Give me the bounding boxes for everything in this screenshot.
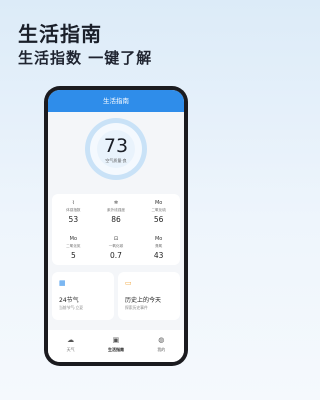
metric-value: 86 <box>111 215 121 224</box>
metric-value: 5 <box>70 250 76 260</box>
nav-label: 我的 <box>157 347 166 352</box>
metric-label: 臭氧 <box>155 243 163 248</box>
metric-label: 二氧化氮 <box>66 243 81 248</box>
metric-value: 56 <box>153 215 164 224</box>
calendar-icon: ▦ <box>59 279 66 287</box>
weather-icon: ☁ <box>67 336 75 344</box>
metric-value: 0.7 <box>110 250 122 260</box>
pm25-icon: Mo <box>154 200 163 206</box>
tile-subtitle: 当前节气:立夏 <box>59 305 84 310</box>
metric-card[interactable]: ✲ 紫外线强度 86 <box>95 194 138 230</box>
metric-label: 二氧化硫 <box>151 208 166 212</box>
pm25-icon: Mo <box>69 235 78 242</box>
tile-subtitle: 探索历史事件 <box>125 305 148 310</box>
app-header: 生活指南 <box>48 90 184 112</box>
metric-label: 体感指数 <box>66 208 81 212</box>
o3-icon: Mo <box>154 235 163 242</box>
metrics-grid: ⌇ 体感指数 53 ✲ 紫外线强度 86 Mo 二氧化硫 56 Mo 二氧化氮 … <box>52 194 180 265</box>
metric-card[interactable]: Mo 二氧化氮 5 <box>52 230 95 266</box>
metric-card[interactable]: Mo 臭氧 43 <box>137 230 180 266</box>
metric-card[interactable]: Mo 二氧化硫 56 <box>137 194 180 230</box>
guide-icon: ▣ <box>112 336 120 344</box>
tile-title: 24节气 <box>59 297 79 304</box>
aqi-label: 空气质量·良 <box>105 158 127 163</box>
solar-terms-tile[interactable]: ▦ 24节气 当前节气:立夏 <box>52 272 114 320</box>
wind-icon: ✲ <box>113 200 119 206</box>
metric-value: 43 <box>153 250 164 260</box>
tile-title: 历史上的今天 <box>125 297 162 304</box>
history-icon: ▭ <box>125 279 132 287</box>
profile-icon: ◍ <box>158 336 165 344</box>
app-header-title: 生活指南 <box>103 97 129 105</box>
bottom-nav: ☁ 天气 ▣ 生活指南 ◍ 我的 <box>48 330 184 362</box>
promo-title: 生活指南 <box>18 22 102 46</box>
app-screen: 生活指南 73 空气质量·良 ⌇ 体感指数 53 ✲ 紫外线强度 86 Mo 二… <box>48 90 184 362</box>
nav-label: 生活指南 <box>107 347 124 352</box>
nav-profile[interactable]: ◍ 我的 <box>139 330 184 362</box>
metric-card[interactable]: ⌇ 体感指数 53 <box>52 194 95 230</box>
co-icon: ⊡ <box>113 235 119 242</box>
nav-guide[interactable]: ▣ 生活指南 <box>93 330 138 362</box>
aqi-value: 73 <box>103 135 129 157</box>
history-today-tile[interactable]: ▭ 历史上的今天 探索历史事件 <box>118 272 180 320</box>
metric-label: 紫外线强度 <box>107 208 125 212</box>
aqi-section: 73 空气质量·良 <box>48 112 184 194</box>
humidity-icon: ⌇ <box>72 200 75 206</box>
metric-label: 一氧化碳 <box>108 243 124 248</box>
aqi-gauge: 73 空气质量·良 <box>85 118 147 180</box>
nav-weather[interactable]: ☁ 天气 <box>48 330 93 362</box>
nav-label: 天气 <box>66 347 75 352</box>
promo-subtitle: 生活指数 一键了解 <box>18 49 153 67</box>
feature-tiles: ▦ 24节气 当前节气:立夏 ▭ 历史上的今天 探索历史事件 <box>52 272 180 320</box>
metric-card[interactable]: ⊡ 一氧化碳 0.7 <box>95 230 138 266</box>
metric-value: 53 <box>68 215 79 224</box>
